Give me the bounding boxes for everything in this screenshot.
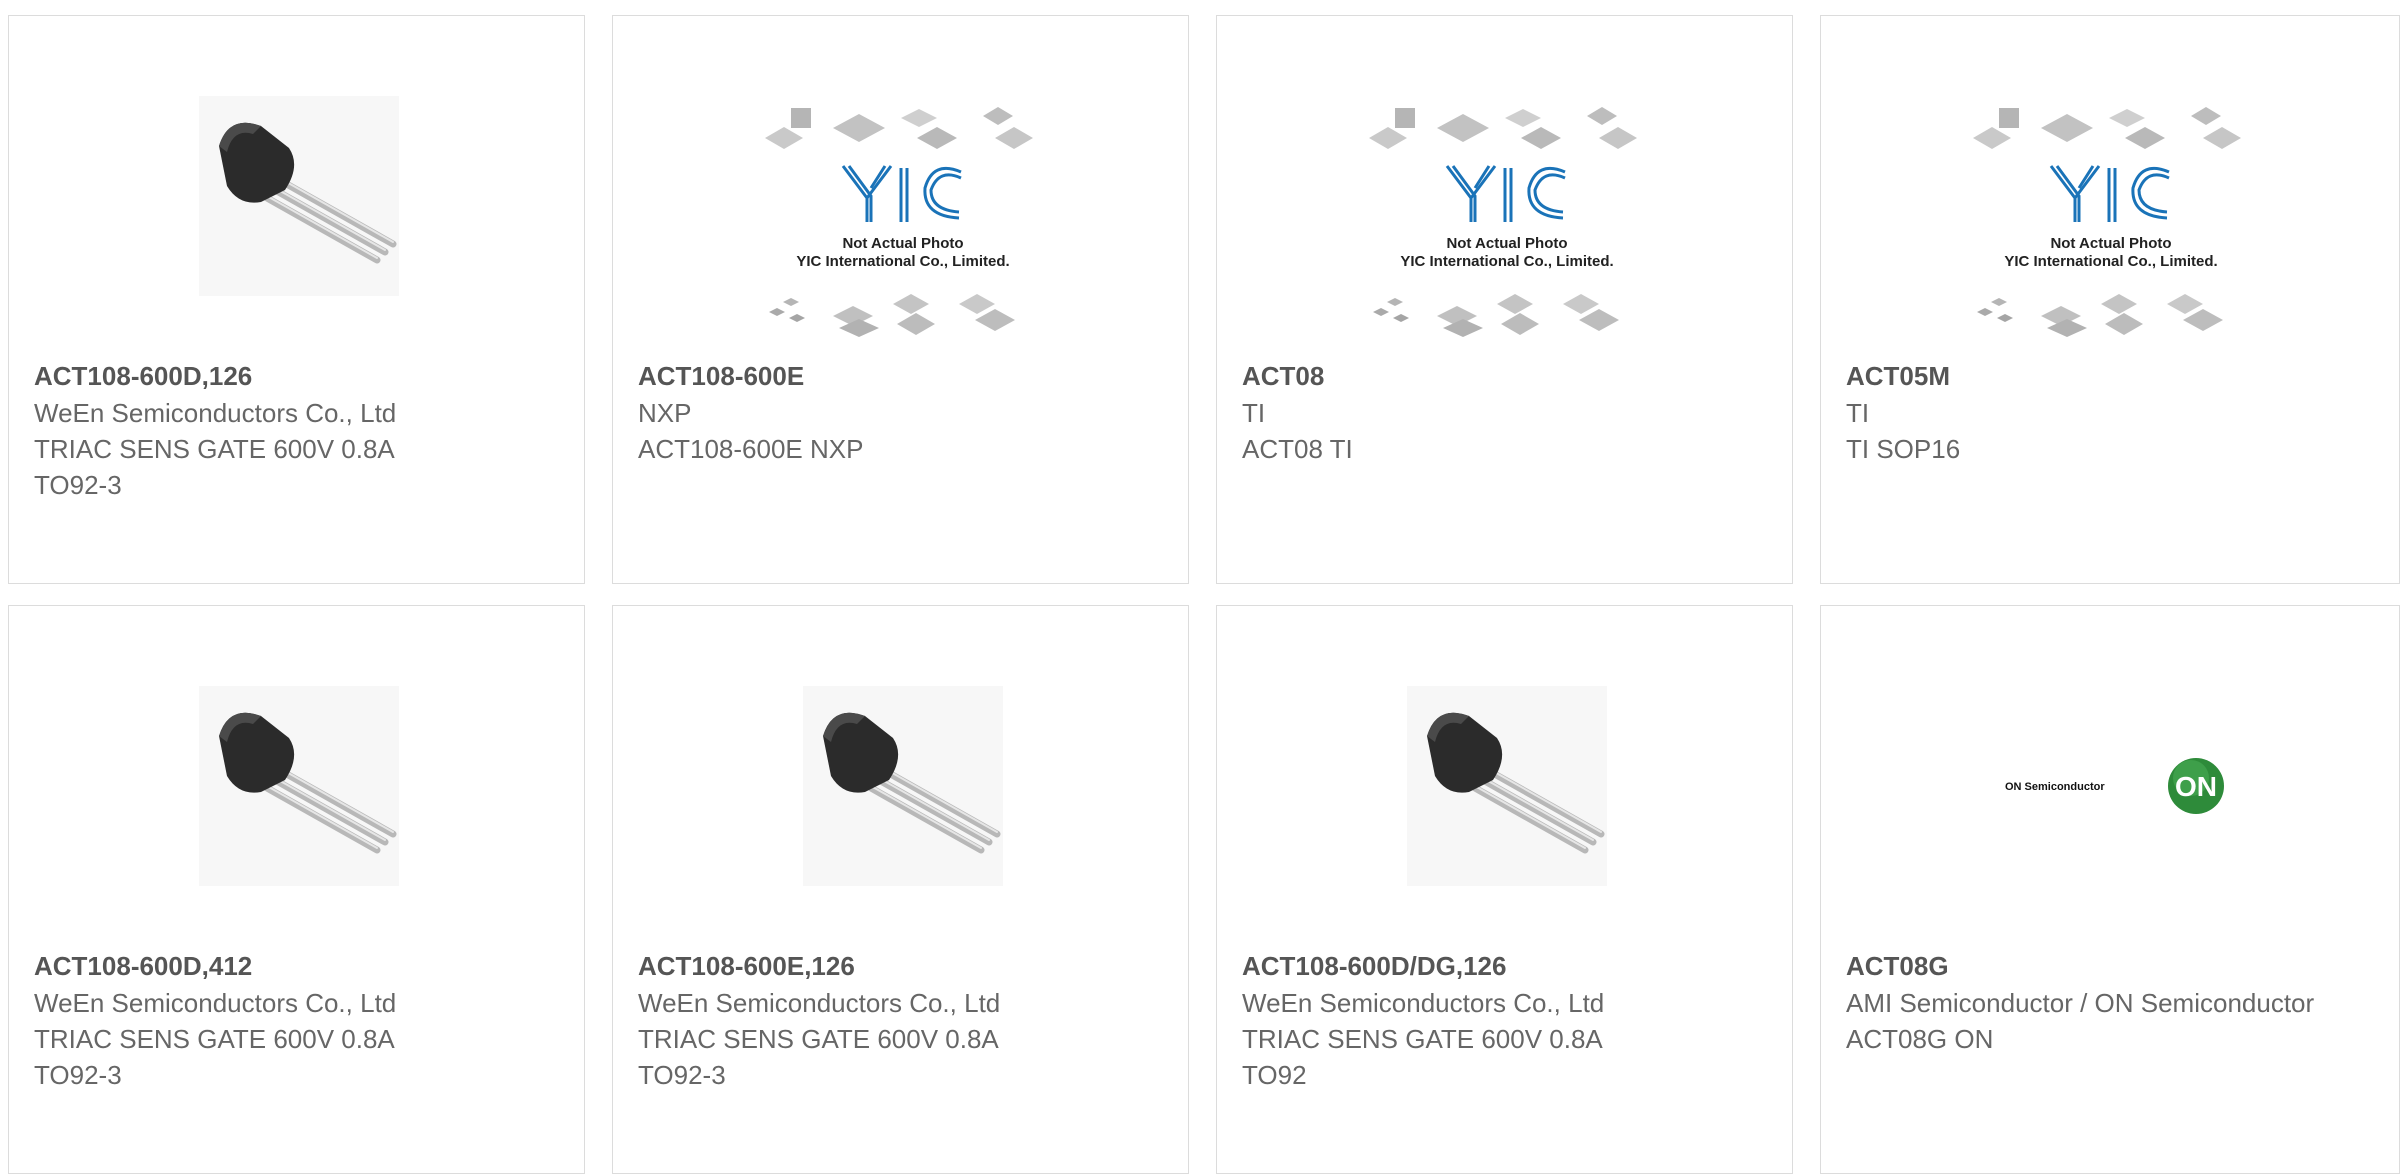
- description-line: TRIAC SENS GATE 600V 0.8A: [1242, 1024, 1603, 1054]
- transistor-icon: [1407, 686, 1607, 886]
- placeholder-caption: Not Actual Photo: [2050, 235, 2171, 252]
- description-line: TRIAC SENS GATE 600V 0.8A: [34, 434, 395, 464]
- card-accent: [9, 583, 193, 584]
- placeholder-caption: YIC International Co., Limited.: [2004, 253, 2217, 270]
- description-line: TO92-3: [638, 1060, 726, 1090]
- part-number-link[interactable]: ACT108-600D,126: [34, 357, 564, 395]
- yic-placeholder-icon: Not Actual PhotoYIC International Co., L…: [1973, 107, 2241, 337]
- card-accent: [1217, 583, 1401, 584]
- part-number-link[interactable]: ACT05M: [1846, 357, 2379, 395]
- description-line: TI SOP16: [1846, 434, 1961, 464]
- description-line: ACT08 TI: [1242, 434, 1353, 464]
- yic-placeholder-icon: Not Actual PhotoYIC International Co., L…: [765, 107, 1033, 337]
- manufacturer: NXP: [638, 398, 692, 428]
- placeholder-caption: YIC International Co., Limited.: [1400, 253, 1613, 270]
- product-card[interactable]: ACT108-600D,412 WeEn Semiconductors Co.,…: [8, 605, 585, 1174]
- product-card[interactable]: Not Actual Photo YIC International Co., L…: [1216, 15, 1793, 584]
- description-line: ACT108-600E NXP: [638, 434, 864, 464]
- transistor-icon: [199, 96, 399, 296]
- product-image[interactable]: Not Actual Photo YIC International Co., L…: [613, 16, 1188, 361]
- card-bottom-bar: [1217, 583, 1792, 584]
- product-image[interactable]: [1217, 606, 1792, 951]
- product-image[interactable]: Not Actual Photo YIC International Co., L…: [1821, 16, 2399, 361]
- manufacturer: WeEn Semiconductors Co., Ltd: [34, 988, 397, 1018]
- transistor-icon: [803, 686, 1003, 886]
- card-bottom-bar: [9, 583, 584, 584]
- part-number-link[interactable]: ACT08G: [1846, 947, 2379, 985]
- manufacturer: WeEn Semiconductors Co., Ltd: [1242, 988, 1605, 1018]
- manufacturer: WeEn Semiconductors Co., Ltd: [638, 988, 1001, 1018]
- product-image[interactable]: [613, 606, 1188, 951]
- placeholder-caption: Not Actual Photo: [842, 235, 963, 252]
- product-image[interactable]: ON Semiconductor ON: [1821, 606, 2399, 951]
- part-number-link[interactable]: ACT108-600E: [638, 357, 1168, 395]
- description-line: TRIAC SENS GATE 600V 0.8A: [34, 1024, 395, 1054]
- product-image[interactable]: [9, 16, 584, 361]
- part-number-link[interactable]: ACT08: [1242, 357, 1772, 395]
- manufacturer: TI: [1242, 398, 1266, 428]
- product-card[interactable]: Not Actual Photo YIC International Co., L…: [612, 15, 1189, 584]
- manufacturer: WeEn Semiconductors Co., Ltd: [34, 398, 397, 428]
- product-card[interactable]: ACT108-600E,126 WeEn Semiconductors Co.,…: [612, 605, 1189, 1174]
- placeholder-caption: Not Actual Photo: [1446, 235, 1567, 252]
- manufacturer: AMI Semiconductor / ON Semiconductor: [1846, 988, 2315, 1018]
- product-card[interactable]: Not Actual Photo YIC International Co., L…: [1820, 15, 2400, 584]
- description-line: TO92-3: [34, 470, 122, 500]
- description-line: TO92: [1242, 1060, 1307, 1090]
- on-badge: ON: [2175, 771, 2217, 802]
- card-accent: [613, 583, 797, 584]
- product-grid: ACT108-600D,126 WeEn Semiconductors Co.,…: [0, 0, 2400, 1174]
- transistor-icon: [199, 686, 399, 886]
- product-image[interactable]: Not Actual Photo YIC International Co., L…: [1217, 16, 1792, 361]
- card-accent: [1821, 583, 2005, 584]
- description-line: TO92-3: [34, 1060, 122, 1090]
- card-bottom-bar: [1821, 583, 2399, 584]
- product-card[interactable]: ACT108-600D/DG,126 WeEn Semiconductors C…: [1216, 605, 1793, 1174]
- manufacturer: TI: [1846, 398, 1870, 428]
- description-line: TRIAC SENS GATE 600V 0.8A: [638, 1024, 999, 1054]
- on-wordmark: ON Semiconductor: [2005, 781, 2105, 793]
- part-number-link[interactable]: ACT108-600D/DG,126: [1242, 947, 1772, 985]
- on-semiconductor-logo-icon: ON Semiconductor ON: [2005, 758, 2224, 814]
- part-number-link[interactable]: ACT108-600D,412: [34, 947, 564, 985]
- product-card[interactable]: ACT108-600D,126 WeEn Semiconductors Co.,…: [8, 15, 585, 584]
- card-bottom-bar: [613, 583, 1188, 584]
- part-number-link[interactable]: ACT108-600E,126: [638, 947, 1168, 985]
- description-line: ACT08G ON: [1846, 1024, 1994, 1054]
- product-image[interactable]: [9, 606, 584, 951]
- placeholder-caption: YIC International Co., Limited.: [796, 253, 1009, 270]
- yic-placeholder-icon: Not Actual PhotoYIC International Co., L…: [1369, 107, 1637, 337]
- product-card[interactable]: ON Semiconductor ON ACT08G AMI Semiconduc…: [1820, 605, 2400, 1174]
